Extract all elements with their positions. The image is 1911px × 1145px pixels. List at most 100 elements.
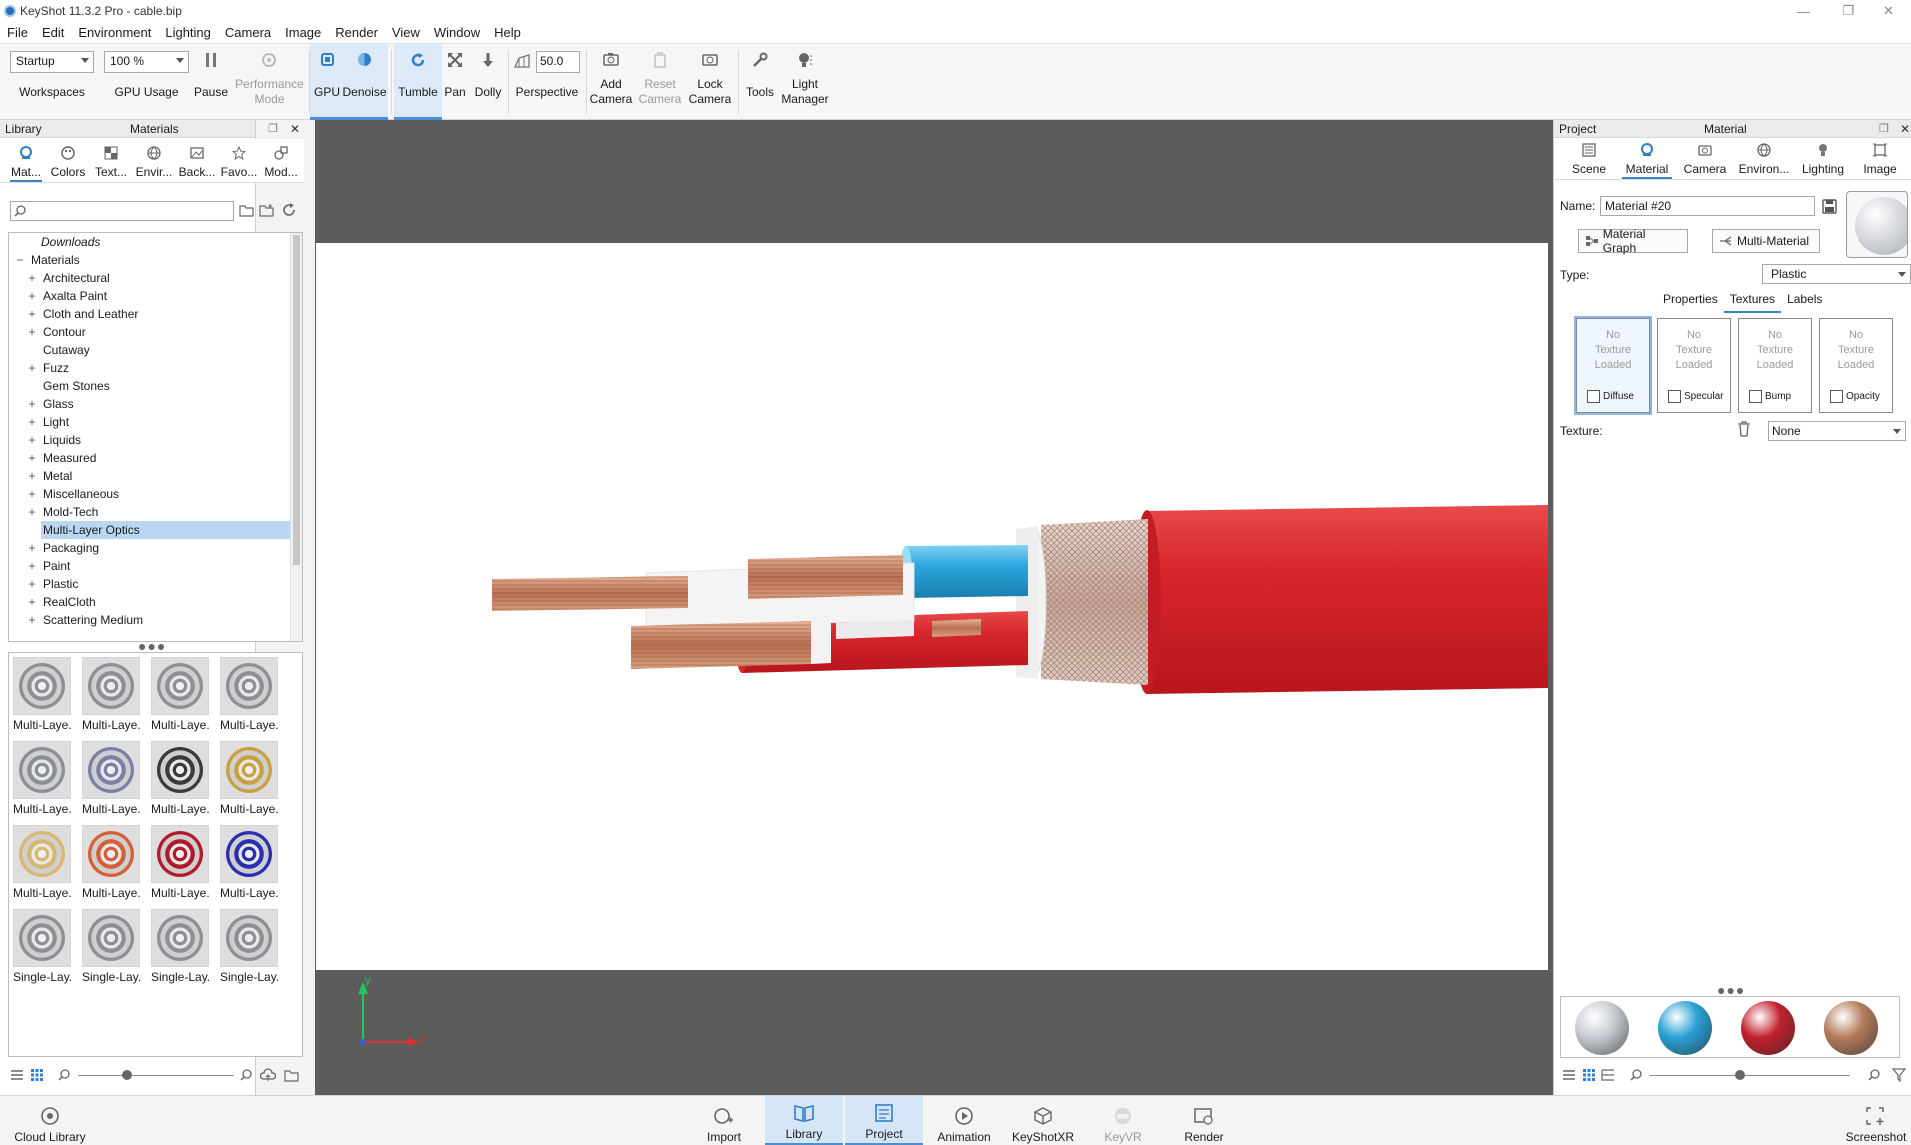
tree-item[interactable]: + Axalta Paint	[9, 287, 302, 305]
menu-window[interactable]: Window	[427, 25, 487, 40]
tree-item[interactable]: Multi-Layer Optics	[41, 521, 290, 539]
expand-icon[interactable]: +	[27, 559, 37, 573]
menu-camera[interactable]: Camera	[218, 25, 278, 40]
cloud-library-button[interactable]: Cloud Library	[12, 1096, 88, 1145]
cloud-upload-icon[interactable]	[260, 1067, 276, 1083]
tree-item[interactable]: + Miscellaneous	[9, 485, 302, 503]
checkbox-box[interactable]	[1830, 390, 1843, 403]
keyvr-button[interactable]: KeyVR	[1100, 1096, 1146, 1145]
tree-item[interactable]: + Fuzz	[9, 359, 302, 377]
tree-item[interactable]: + Liquids	[9, 431, 302, 449]
undock-icon[interactable]: ❐	[1879, 122, 1889, 135]
expand-icon[interactable]: +	[27, 541, 37, 555]
library-toggle-button[interactable]: Library	[765, 1096, 843, 1145]
material-thumbnail[interactable]: Single-Lay...	[13, 909, 71, 989]
tree-item[interactable]: + Packaging	[9, 539, 302, 557]
tab-lighting[interactable]: Lighting	[1794, 138, 1852, 179]
tab-backplates[interactable]: Back...	[176, 139, 218, 182]
expand-icon[interactable]: +	[27, 289, 37, 303]
render-canvas[interactable]	[316, 243, 1548, 970]
expand-icon[interactable]: +	[27, 451, 37, 465]
zoom-in-icon[interactable]	[240, 1069, 252, 1081]
tab-environments[interactable]: Envir...	[132, 139, 176, 182]
tree-item[interactable]: + Architectural	[9, 269, 302, 287]
close-panel-icon[interactable]: ✕	[1900, 122, 1910, 136]
tree-item[interactable]: + RealCloth	[9, 593, 302, 611]
menu-lighting[interactable]: Lighting	[158, 25, 218, 40]
folder-add-icon[interactable]	[259, 203, 275, 217]
pan-button[interactable]: Pan	[442, 44, 468, 120]
material-thumbnail[interactable]: Multi-Laye...	[82, 657, 140, 737]
tree-item[interactable]: + Contour	[9, 323, 302, 341]
tree-scrollbar-thumb[interactable]	[293, 235, 300, 565]
list-view-icon[interactable]	[10, 1069, 24, 1081]
import-button[interactable]: Import	[700, 1096, 748, 1145]
expand-icon[interactable]: +	[27, 307, 37, 321]
texture-slot-checkbox[interactable]: Bump	[1749, 390, 1791, 403]
texture-slot[interactable]: No Texture Loaded Specular	[1657, 318, 1731, 413]
save-material-icon[interactable]	[1822, 199, 1837, 214]
tree-scrollbar[interactable]	[290, 233, 302, 641]
tab-image[interactable]: Image	[1852, 138, 1908, 179]
tab-camera[interactable]: Camera	[1676, 138, 1734, 179]
expand-icon[interactable]: +	[27, 397, 37, 411]
scene-material-swatch[interactable]	[1824, 1001, 1878, 1055]
subtab-textures[interactable]: Textures	[1723, 291, 1782, 313]
tree-item[interactable]: + Paint	[9, 557, 302, 575]
tab-textures[interactable]: Text...	[90, 139, 132, 182]
material-thumbnail[interactable]: Multi-Laye...	[220, 825, 278, 905]
tree-item[interactable]: + Mold-Tech	[9, 503, 302, 521]
undock-icon[interactable]: ❐	[268, 122, 278, 135]
material-thumbnail[interactable]: Single-Lay...	[151, 909, 209, 989]
perspective-value-field[interactable]: 50.0	[536, 51, 580, 73]
expand-icon[interactable]: +	[27, 361, 37, 375]
expand-icon[interactable]: +	[27, 271, 37, 285]
tree-view-icon[interactable]	[1600, 1068, 1616, 1082]
swatch-size-slider[interactable]	[1650, 1075, 1850, 1076]
texture-slot-checkbox[interactable]: Specular	[1668, 390, 1723, 403]
material-thumbnail[interactable]: Single-Lay...	[82, 909, 140, 989]
lock-camera-button[interactable]: Lock Camera	[688, 44, 732, 120]
material-type-select[interactable]: Plastic	[1762, 264, 1911, 284]
tab-favorites[interactable]: Favo...	[218, 139, 260, 182]
close-panel-icon[interactable]: ✕	[290, 122, 300, 136]
checkbox-box[interactable]	[1668, 390, 1681, 403]
performance-mode-button[interactable]: Performance Mode	[232, 44, 307, 120]
tree-item[interactable]: − Materials	[9, 251, 302, 269]
texture-slot[interactable]: No Texture Loaded Bump	[1738, 318, 1812, 413]
tab-materials[interactable]: Mat...	[6, 139, 46, 182]
material-thumbnail[interactable]: Multi-Laye...	[151, 741, 209, 821]
tab-scene[interactable]: Scene	[1560, 138, 1618, 179]
refresh-icon[interactable]	[282, 203, 296, 217]
material-thumbnail[interactable]: Multi-Laye...	[220, 657, 278, 737]
texture-slot-checkbox[interactable]: Opacity	[1830, 390, 1880, 403]
menu-help[interactable]: Help	[487, 25, 528, 40]
thumbnail-size-slider-handle[interactable]	[122, 1070, 132, 1080]
tree-item[interactable]: + Cloth and Leather	[9, 305, 302, 323]
gpu-usage-select[interactable]: 100 %	[104, 51, 189, 73]
restore-button[interactable]: ❐	[1826, 0, 1871, 22]
gpu-toggle[interactable]: GPU	[310, 44, 344, 120]
scene-material-swatch[interactable]	[1741, 1001, 1795, 1055]
expand-icon[interactable]: +	[27, 505, 37, 519]
light-manager-button[interactable]: Light Manager	[780, 44, 830, 120]
tree-item[interactable]: + Light	[9, 413, 302, 431]
material-thumbnail[interactable]: Multi-Laye...	[151, 657, 209, 737]
tree-item[interactable]: + Metal	[9, 467, 302, 485]
expand-icon[interactable]: +	[27, 487, 37, 501]
minimize-button[interactable]: —	[1781, 0, 1826, 22]
zoom-out-icon[interactable]	[58, 1069, 70, 1081]
expand-icon[interactable]: +	[27, 577, 37, 591]
tree-item[interactable]: + Scattering Medium	[9, 611, 302, 629]
folder-import-icon[interactable]	[284, 1068, 300, 1082]
texture-slot[interactable]: No Texture Loaded Diffuse	[1574, 316, 1652, 415]
tumble-button[interactable]: Tumble	[394, 44, 442, 120]
material-thumbnail[interactable]: Multi-Laye...	[13, 741, 71, 821]
expand-icon[interactable]: +	[27, 415, 37, 429]
subtab-labels[interactable]: Labels	[1781, 291, 1828, 313]
project-toggle-button[interactable]: Project	[845, 1096, 923, 1145]
swatch-size-slider-handle[interactable]	[1735, 1070, 1745, 1080]
tree-item[interactable]: Downloads	[9, 233, 302, 251]
expand-icon[interactable]: +	[27, 613, 37, 627]
add-camera-button[interactable]: Add Camera	[589, 44, 633, 120]
